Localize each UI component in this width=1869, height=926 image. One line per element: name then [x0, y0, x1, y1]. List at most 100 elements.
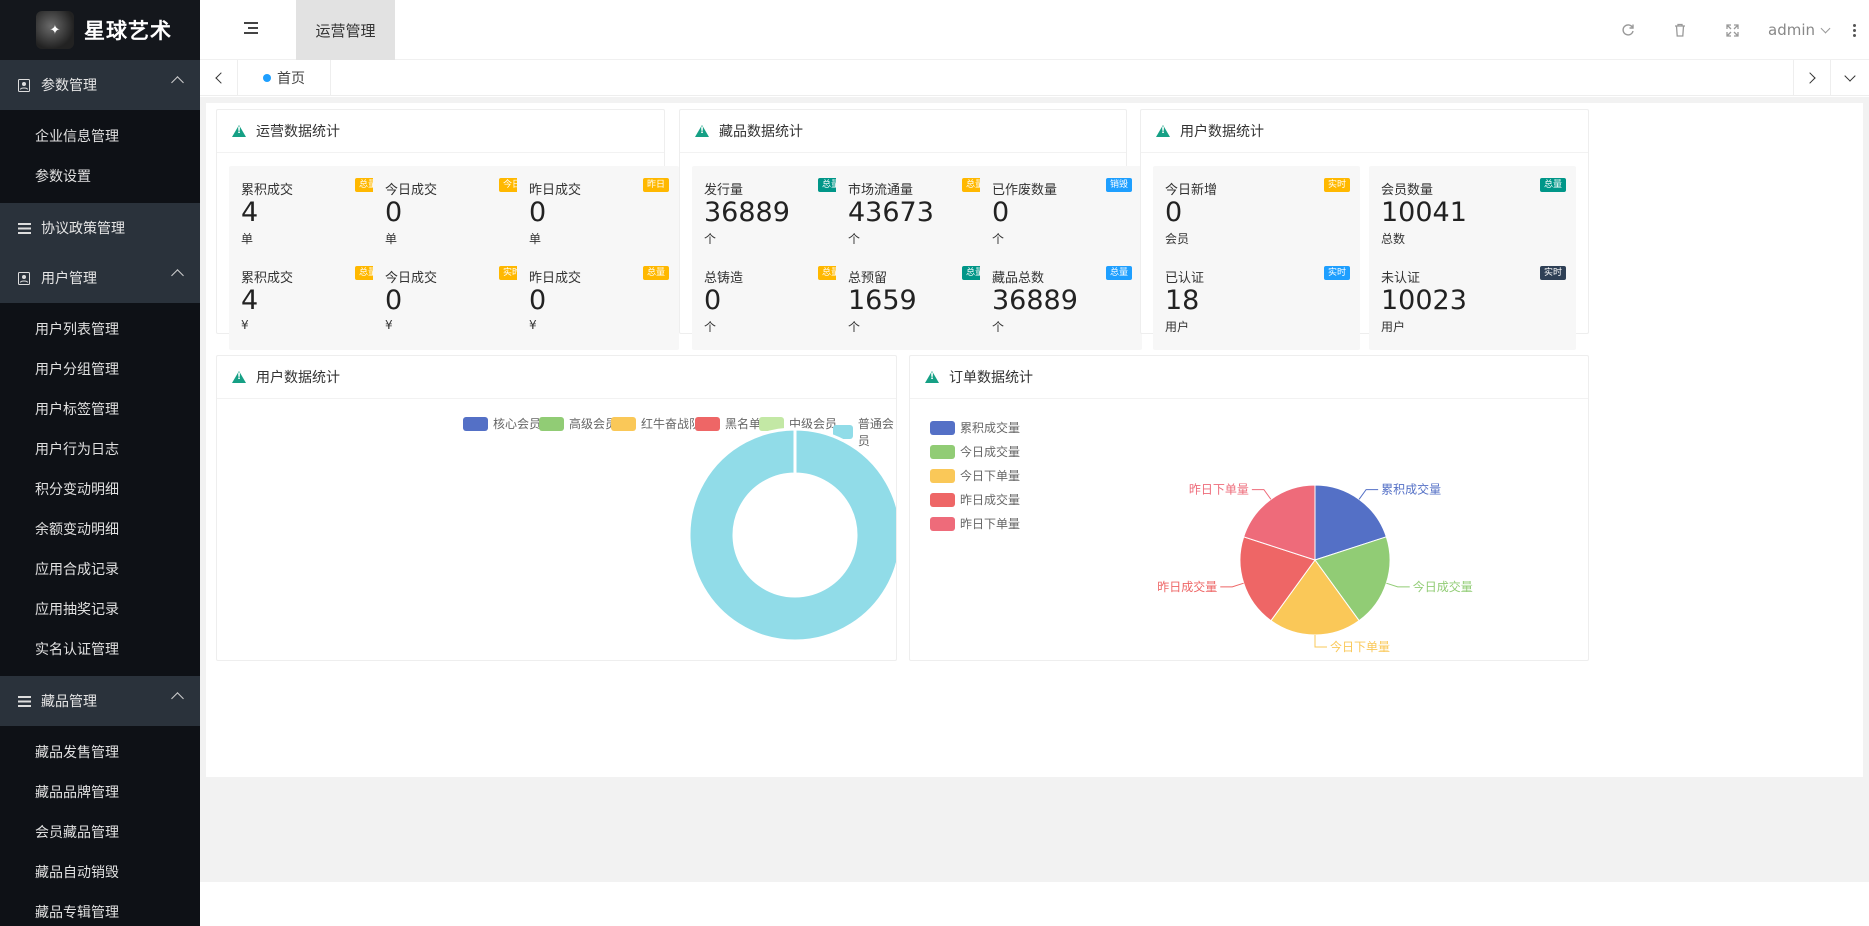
pie-leader-line — [1251, 489, 1272, 500]
sidebar-item[interactable]: 用户行为日志 — [0, 430, 200, 470]
sidebar-group[interactable]: 用户管理 — [0, 253, 200, 303]
stat-label: 累积成交 — [241, 183, 294, 198]
card-header: 用户数据统计 — [1141, 110, 1588, 153]
warning-icon — [925, 371, 939, 383]
stat-badge: 总量 — [1539, 178, 1566, 192]
pie-leader-line — [1314, 635, 1327, 648]
stat-label: 会员数量 — [1381, 183, 1434, 198]
pie-label: 累积成交量 — [1381, 482, 1441, 497]
stat-label: 发行量 — [704, 183, 744, 198]
chevron-up-icon — [171, 269, 184, 282]
sidebar-item[interactable]: 藏品品牌管理 — [0, 773, 200, 813]
sidebar-item[interactable]: 应用合成记录 — [0, 550, 200, 590]
card-header: 订单数据统计 — [910, 356, 1588, 399]
fullscreen-icon[interactable] — [1706, 0, 1758, 60]
stat-value: 4 — [241, 197, 259, 228]
sidebar-item[interactable]: 实名认证管理 — [0, 630, 200, 670]
stat-unit: 用户 — [1381, 320, 1406, 334]
stat-unit: 个 — [992, 320, 1005, 334]
stat-value: 10023 — [1381, 285, 1467, 316]
user-menu[interactable]: admin — [1758, 21, 1839, 39]
stat-unit: 单 — [529, 232, 542, 246]
top-header: 运营管理 admin — [200, 0, 1869, 60]
pie-label: 今日下单量 — [1330, 639, 1390, 654]
brand-name: 星球艺术 — [84, 19, 172, 43]
sidebar-item[interactable]: 参数设置 — [0, 157, 200, 197]
stat-unit: 单 — [241, 232, 254, 246]
pie-label: 今日成交量 — [1413, 579, 1473, 594]
header-tools: admin — [1602, 0, 1869, 60]
user-card-icon — [17, 78, 31, 92]
stat-tile: 今日成交 0 ¥ 实时 — [373, 254, 535, 350]
footer-area — [200, 882, 1869, 926]
order-chart-card: 订单数据统计 累积成交量今日成交量今日下单量 昨日成交量 昨日下单量 累积成交量今日… — [909, 355, 1589, 661]
stat-tile: 市场流通量 43673 个总量 — [836, 166, 998, 262]
sidebar-submenu: 藏品发售管理 藏品品牌管理 会员藏品管理 藏品自动销毁 藏品专辑管理 — [0, 726, 200, 926]
sidebar-item[interactable]: 用户标签管理 — [0, 390, 200, 430]
sidebar-group[interactable]: 协议政策管理 — [0, 203, 200, 253]
sidebar-item[interactable]: 藏品发售管理 — [0, 733, 200, 773]
sidebar-submenu: 用户列表管理 用户分组管理 用户标签管理 用户行为日志 积分变动明细 余额变动明细 应用合成… — [0, 303, 200, 676]
sidebar-group-label: 协议政策管理 — [41, 221, 125, 237]
stat-value: 10041 — [1381, 197, 1467, 228]
tab-operations[interactable]: 运营管理 — [296, 0, 395, 60]
stat-unit: 个 — [704, 320, 717, 334]
warning-icon — [695, 125, 709, 137]
tabs-dropdown-icon[interactable] — [1831, 60, 1869, 96]
stat-label: 藏品总数 — [992, 271, 1045, 286]
stat-label: 昨日成交 — [529, 271, 582, 286]
stat-value: 1659 — [848, 285, 917, 316]
stat-tile: 累积成交 4 单总量 — [229, 166, 391, 262]
stat-label: 今日成交 — [385, 183, 438, 198]
stat-value: 18 — [1165, 285, 1200, 316]
stat-label: 未认证 — [1381, 271, 1421, 286]
sidebar-item[interactable]: 积分变动明细 — [0, 470, 200, 510]
trash-icon[interactable] — [1654, 0, 1706, 60]
stat-value: 43673 — [848, 197, 934, 228]
sidebar-item[interactable]: 余额变动明细 — [0, 510, 200, 550]
sidebar-group[interactable]: 参数管理 — [0, 60, 200, 110]
stat-tile: 会员数量 10041 总数 总量 — [1369, 166, 1576, 262]
sidebar-item[interactable]: 用户列表管理 — [0, 310, 200, 350]
sidebar-item[interactable]: 用户分组管理 — [0, 350, 200, 390]
stat-label: 市场流通量 — [848, 183, 914, 198]
stat-unit: 个 — [848, 232, 861, 246]
card-title: 用户数据统计 — [1180, 124, 1264, 140]
refresh-icon[interactable] — [1602, 0, 1654, 60]
pie-label: 昨日下单量 — [1189, 483, 1249, 497]
stat-value: 0 — [1165, 197, 1183, 228]
sidebar-item[interactable]: 藏品自动销毁 — [0, 853, 200, 893]
tab-home[interactable]: 首页 — [238, 60, 331, 96]
stat-unit: 个 — [704, 232, 717, 246]
sidebar-group[interactable]: 藏品管理 — [0, 676, 200, 726]
menu-toggle-icon[interactable] — [244, 22, 258, 34]
stat-tile: 昨日成交 0 单 昨日 — [517, 166, 679, 262]
chevron-up-icon — [171, 692, 184, 705]
stat-unit: ¥ — [385, 318, 393, 332]
tabs-scroll-right-icon[interactable] — [1793, 60, 1831, 96]
stat-label: 总铸造 — [704, 271, 744, 286]
collection-stats-card: 藏品数据统计 发行量36889个总量市场流通量43673个总量已作废数量0个销毁… — [679, 109, 1142, 350]
stat-tile: 已作废数量 0 个 销毁 — [980, 166, 1142, 262]
card-title: 运营数据统计 — [256, 124, 340, 140]
sidebar-item[interactable]: 企业信息管理 — [0, 117, 200, 157]
stat-tile: 今日成交 0 单今日 — [373, 166, 535, 262]
user-chart-card: 用户数据统计 核心会员高级会员红牛奋战队黑名单中级会员普通会员 — [216, 355, 897, 661]
stat-unit: 会员 — [1165, 232, 1190, 246]
tabs-scroll-left-icon[interactable] — [200, 60, 238, 96]
stat-unit: 个 — [992, 232, 1005, 246]
pie-leader-line — [1220, 582, 1244, 588]
stat-value: 36889 — [704, 197, 790, 228]
sidebar-item[interactable]: 应用抽奖记录 — [0, 590, 200, 630]
donut-slice[interactable] — [687, 427, 896, 643]
stat-value: 36889 — [992, 285, 1078, 316]
more-icon[interactable] — [1839, 0, 1869, 60]
stat-value: 0 — [704, 285, 722, 316]
sidebar: ✦ 星球艺术 参数管理 企业信息管理 参数设置 协议政策管理 用户管理 用户列表管理 用户分… — [0, 0, 200, 926]
sidebar-item[interactable]: 藏品专辑管理 — [0, 893, 200, 926]
brand[interactable]: ✦ 星球艺术 — [0, 0, 200, 60]
stat-badge: 总量 — [1105, 266, 1132, 280]
card-header: 用户数据统计 — [217, 356, 896, 399]
sidebar-item[interactable]: 会员藏品管理 — [0, 813, 200, 853]
stat-value: 0 — [529, 197, 547, 228]
